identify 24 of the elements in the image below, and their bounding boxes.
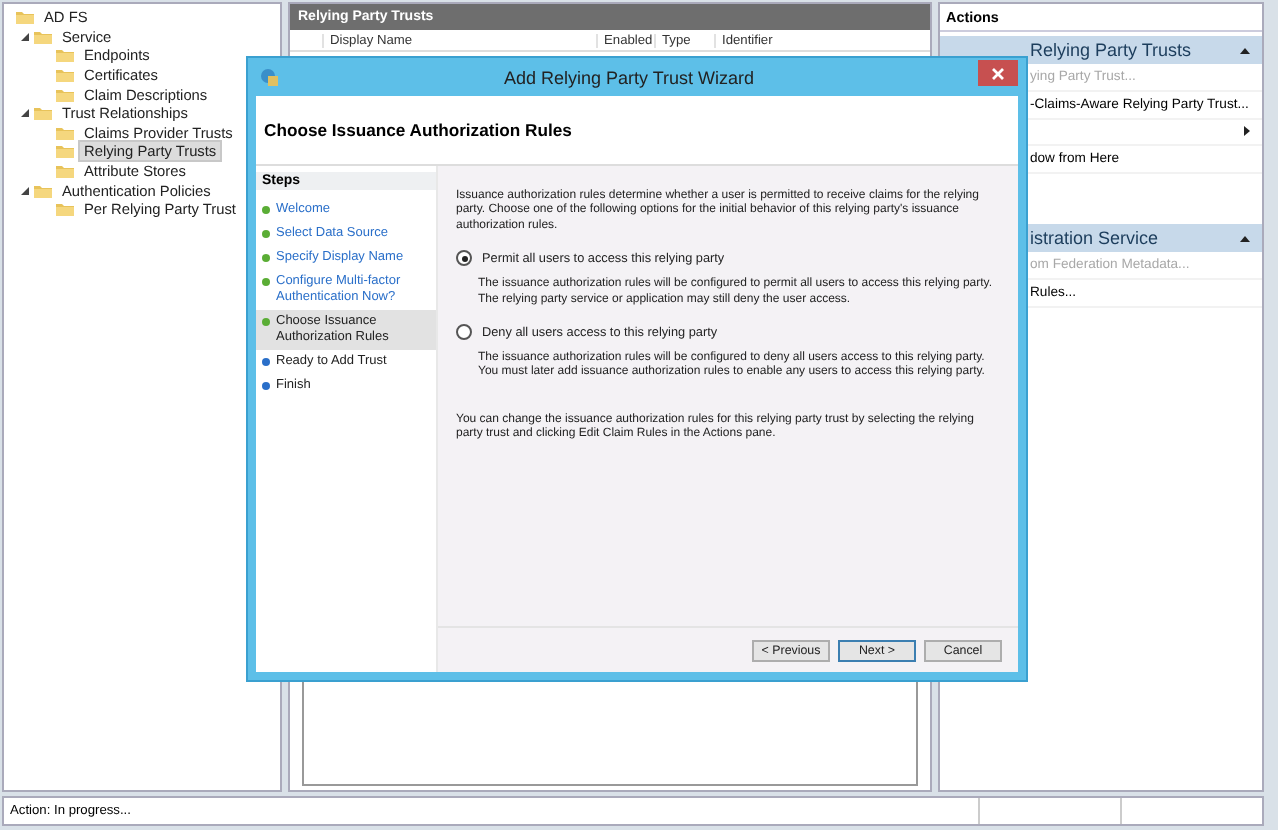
folder-icon (16, 10, 34, 25)
wizard-app-icon (260, 67, 280, 87)
radio-button[interactable] (456, 250, 472, 267)
folder-icon (34, 106, 52, 121)
radio-button[interactable] (456, 324, 472, 341)
folder-icon (56, 125, 74, 140)
folder-icon (56, 202, 74, 217)
folder-icon (34, 29, 52, 44)
expand-caret-icon[interactable] (20, 185, 30, 196)
folder-icon (56, 87, 74, 102)
expand-caret-icon[interactable] (20, 31, 30, 42)
submenu-arrow-icon[interactable] (1244, 126, 1250, 137)
dialog-title: Add Relying Party Trust Wizard (501, 67, 757, 87)
close-button[interactable] (978, 60, 1018, 86)
folder-icon (56, 48, 74, 63)
folder-icon (34, 183, 52, 198)
expand-caret-icon[interactable] (20, 108, 30, 119)
collapse-icon[interactable] (1240, 235, 1250, 242)
collapse-icon[interactable] (1240, 47, 1250, 53)
folder-icon (56, 164, 74, 179)
actions-section-header[interactable]: Relying Party Trusts (940, 36, 1262, 64)
folder-icon (56, 68, 74, 83)
folder-icon (56, 144, 74, 159)
close-icon[interactable] (992, 67, 1004, 79)
